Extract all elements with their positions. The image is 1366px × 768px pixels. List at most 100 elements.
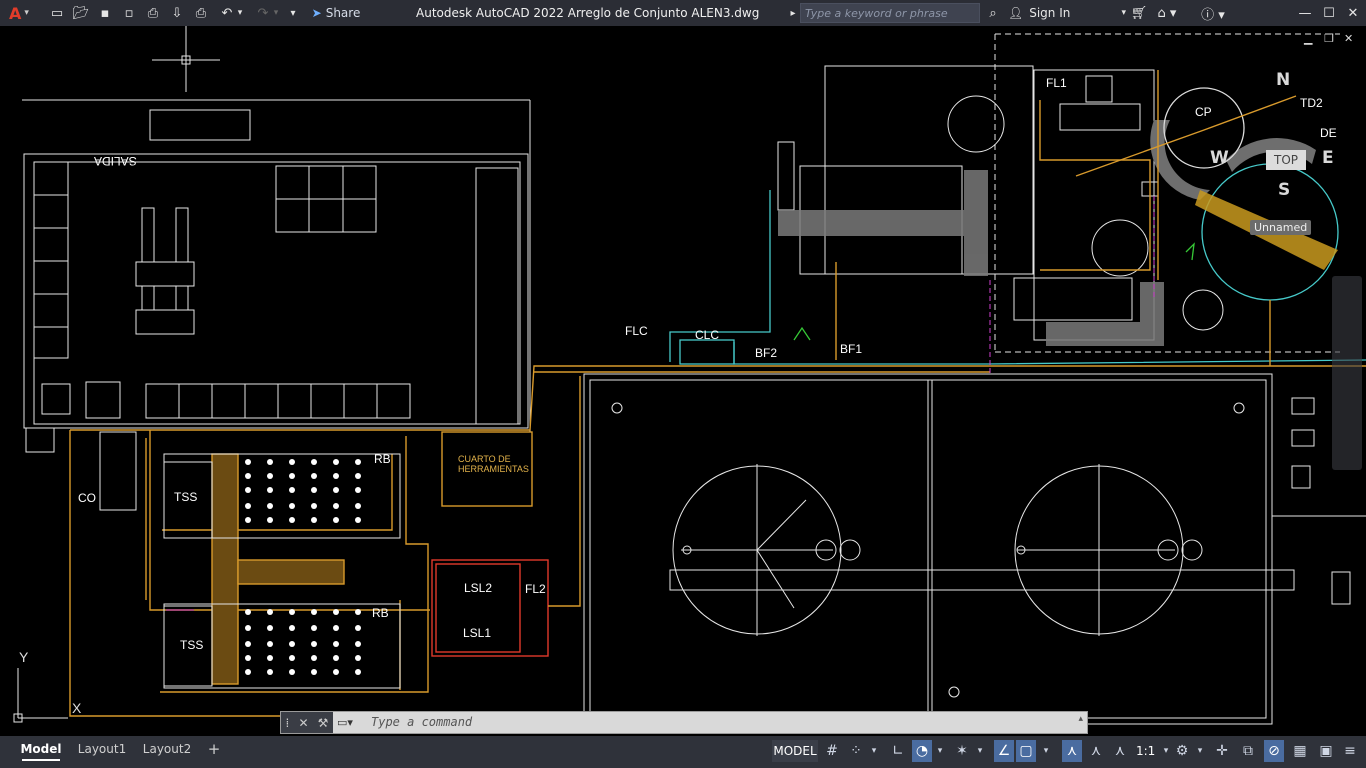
clean-screen-icon[interactable]: ▣: [1316, 740, 1336, 762]
add-layout-button[interactable]: +: [206, 739, 222, 759]
label-salida: SALIDA: [94, 154, 137, 168]
view-name-badge[interactable]: Unnamed: [1250, 220, 1312, 235]
label-tss-bottom: TSS: [180, 638, 204, 652]
autodesk-apps-icon[interactable]: ⌂ ▾: [1152, 0, 1182, 26]
command-line-controls: ⁞ ✕ ⚒: [281, 712, 333, 733]
model-space-button[interactable]: MODEL: [772, 740, 818, 762]
command-prompt-icon[interactable]: ▭▾: [337, 714, 365, 731]
command-input[interactable]: Type a command: [371, 712, 472, 733]
ucs-y-label: Y: [19, 649, 29, 665]
tab-model[interactable]: Model: [20, 739, 62, 761]
annotation-scale-icon[interactable]: ⋏: [1110, 740, 1130, 762]
grip-icon[interactable]: ⁞: [286, 716, 290, 730]
viewport-close-icon[interactable]: ✕: [1344, 32, 1353, 45]
label-clc: CLC: [695, 328, 720, 342]
command-history-icon[interactable]: ▴: [1078, 714, 1083, 724]
auto-scale-icon[interactable]: ⋏: [1086, 740, 1106, 762]
snap-icon[interactable]: ⁘: [846, 740, 866, 762]
sign-in-button[interactable]: 👤︎ Sign In ▾: [1008, 0, 1126, 26]
tab-layout1[interactable]: Layout1: [78, 739, 126, 759]
isolate-objects-icon[interactable]: ⊘: [1264, 740, 1284, 762]
customize-wrench-icon[interactable]: ⚒: [318, 716, 329, 730]
viewcube-south[interactable]: S: [1278, 180, 1290, 200]
label-lsl2: LSL2: [464, 581, 493, 595]
workspace-dropdown-icon[interactable]: ▾: [1194, 740, 1206, 762]
polar-tracking-icon[interactable]: ◔: [912, 740, 932, 762]
user-icon: 👤︎: [1008, 6, 1024, 20]
search-input[interactable]: Type a keyword or phrase: [800, 3, 980, 23]
truck-outline: [149, 109, 251, 141]
viewcube[interactable]: N W E S TOP: [1210, 70, 1342, 216]
viewport-restore-icon[interactable]: ❐: [1324, 32, 1334, 45]
sign-in-label: Sign In: [1029, 6, 1071, 20]
window-title: Autodesk AutoCAD 2022 Arreglo de Conjunt…: [416, 6, 760, 20]
chevron-down-icon: ▾: [1121, 8, 1126, 18]
annotation-scale-value[interactable]: 1:1: [1136, 740, 1162, 762]
ortho-icon[interactable]: ∟: [888, 740, 908, 762]
status-bar: Model Layout1 Layout2 + MODEL # ⁘ ▾ ∟ ◔ …: [0, 736, 1366, 768]
viewport-minimize-icon[interactable]: ▁: [1304, 32, 1312, 45]
object-snap-icon[interactable]: ▢: [1016, 740, 1036, 762]
command-line: ⁞ ✕ ⚒ ▭▾ Type a command ▴: [280, 711, 1088, 734]
label-cp: CP: [1195, 105, 1212, 119]
walkway: [669, 569, 1295, 591]
viewcube-north[interactable]: N: [1276, 70, 1290, 90]
hardware-acceleration-icon[interactable]: ▦: [1290, 740, 1310, 762]
annotation-visibility-icon[interactable]: ⋏: [1062, 740, 1082, 762]
search-expand-icon[interactable]: ▸: [786, 0, 800, 26]
osnap-dropdown-icon[interactable]: ▾: [1040, 740, 1052, 762]
customization-menu-icon[interactable]: ≡: [1340, 740, 1360, 762]
ucs-x-label: X: [72, 700, 82, 716]
close-command-line-icon[interactable]: ✕: [298, 716, 308, 730]
label-bf2: BF2: [755, 346, 778, 360]
share-icon: ➤: [311, 6, 322, 20]
tab-layout2[interactable]: Layout2: [142, 739, 192, 759]
label-cuarto-herramientas: CUARTO DE HERRAMIENTAS: [458, 454, 529, 474]
label-lsl1: LSL1: [463, 626, 492, 640]
label-bf1: BF1: [840, 342, 863, 356]
open-icon[interactable]: 📂︎: [70, 0, 92, 26]
help-icon[interactable]: ⓘ ▾: [1198, 0, 1228, 26]
polar-dropdown-icon[interactable]: ▾: [934, 740, 946, 762]
print-icon[interactable]: ⎙: [190, 0, 212, 26]
isodraft-icon[interactable]: ✶: [952, 740, 972, 762]
viewcube-top-face[interactable]: TOP: [1266, 150, 1306, 170]
viewcube-west[interactable]: W: [1210, 148, 1229, 168]
title-bar: A ▾ ▭ 📂︎ ▪ ▫ ⎙ ⇩ ⎙ ↶ ▾ ↷ ▾ ▾ ➤ Share Autod…: [0, 0, 1366, 26]
label-rb-top: RB: [374, 452, 391, 466]
new-icon[interactable]: ▭: [46, 0, 68, 26]
annotation-monitor-icon[interactable]: ✛: [1212, 740, 1232, 762]
close-icon[interactable]: ✕: [1340, 0, 1366, 26]
drawing-svg: [13, 26, 1366, 725]
import-icon[interactable]: ⇩: [166, 0, 188, 26]
scale-dropdown-icon[interactable]: ▾: [1160, 740, 1172, 762]
maximize-icon[interactable]: ☐: [1316, 0, 1342, 26]
share-button[interactable]: ➤ Share: [306, 0, 366, 26]
object-snap-tracking-icon[interactable]: ∠: [994, 740, 1014, 762]
save-icon[interactable]: ▪: [94, 0, 116, 26]
label-tss-top: TSS: [174, 490, 198, 504]
navigation-bar[interactable]: [1332, 276, 1362, 470]
grid-icon[interactable]: #: [822, 740, 842, 762]
redo-dropdown-icon[interactable]: ▾: [270, 0, 282, 26]
units-icon[interactable]: ⧉: [1238, 740, 1258, 762]
minimize-icon[interactable]: —: [1292, 0, 1318, 26]
isodraft-dropdown-icon[interactable]: ▾: [974, 740, 986, 762]
saveas-icon[interactable]: ▫: [118, 0, 140, 26]
share-label: Share: [325, 6, 361, 20]
label-fl1: FL1: [1046, 76, 1067, 90]
label-flc: FLC: [625, 324, 648, 338]
workspace-gear-icon[interactable]: ⚙: [1172, 740, 1192, 762]
quick-access-menu-icon[interactable]: ▾: [286, 0, 300, 26]
plot-preview-icon[interactable]: ⎙: [142, 0, 164, 26]
label-fl2: FL2: [525, 582, 546, 596]
snap-dropdown-icon[interactable]: ▾: [868, 740, 880, 762]
viewcube-east[interactable]: E: [1322, 148, 1334, 168]
autocad-logo-icon[interactable]: A ▾: [2, 0, 36, 26]
drawing-canvas[interactable]: SALIDA CO TSS TSS RB RB CUARTO DE HERRAM…: [0, 26, 1366, 736]
label-co: CO: [78, 491, 96, 505]
search-icon[interactable]: ⌕: [982, 0, 1004, 26]
cart-icon[interactable]: 🛒︎: [1128, 0, 1150, 26]
undo-dropdown-icon[interactable]: ▾: [234, 0, 246, 26]
label-rb-bottom: RB: [372, 606, 389, 620]
